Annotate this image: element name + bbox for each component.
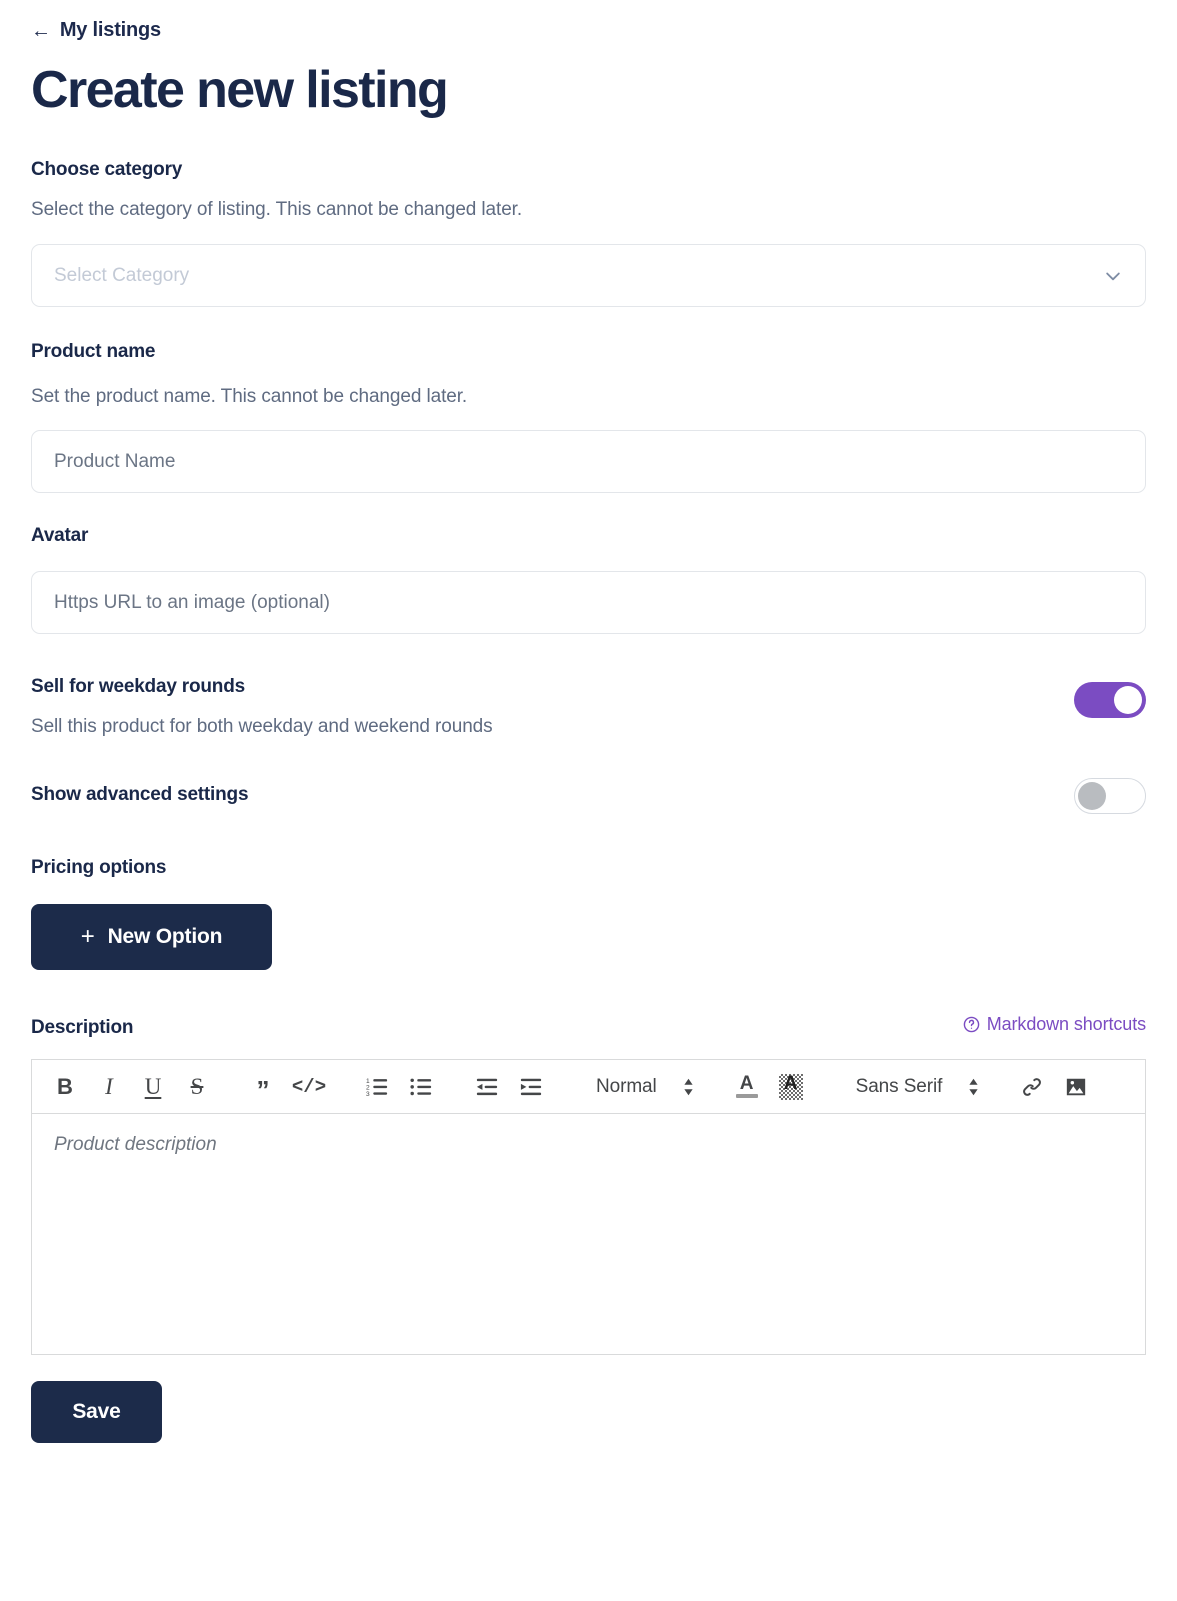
choose-category-section: Choose category Select the category of l… [31, 159, 1146, 308]
weekday-rounds-help: Sell this product for both weekday and w… [31, 716, 493, 738]
product-name-placeholder: Product Name [54, 450, 176, 472]
description-section: Description Markdown shortcuts B I U S ” [31, 1014, 1146, 1356]
text-color-letter: A [739, 1072, 754, 1094]
font-family-value: Sans Serif [855, 1075, 943, 1097]
toggle-knob [1114, 686, 1142, 715]
image-icon[interactable] [1063, 1072, 1089, 1102]
plus-icon: + [80, 923, 95, 951]
weekday-rounds-row: Sell for weekday rounds Sell this produc… [31, 676, 1146, 738]
markdown-shortcuts-link[interactable]: Markdown shortcuts [963, 1014, 1146, 1035]
advanced-settings-label: Show advanced settings [31, 784, 249, 806]
block-format-value: Normal [596, 1075, 657, 1097]
weekday-rounds-toggle[interactable] [1074, 682, 1146, 719]
category-select[interactable]: Select Category [31, 244, 1146, 308]
page-title: Create new listing [31, 61, 449, 119]
description-editor: B I U S ” </> 123 Normal A A Sans Serif … [31, 1059, 1146, 1356]
bold-button[interactable]: B [52, 1072, 78, 1102]
text-color-swatch [735, 1093, 758, 1098]
advanced-settings-row: Show advanced settings [31, 778, 1146, 815]
choose-category-help: Select the category of listing. This can… [31, 199, 523, 221]
chevron-down-icon [1103, 266, 1123, 286]
background-color-letter: A [783, 1072, 798, 1094]
category-select-placeholder: Select Category [54, 264, 190, 286]
bullet-list-icon[interactable] [408, 1072, 434, 1102]
product-name-label: Product name [31, 341, 156, 363]
blockquote-button[interactable]: ” [250, 1072, 276, 1103]
strikethrough-button[interactable]: S [184, 1072, 210, 1102]
product-name-section: Product name Set the product name. This … [31, 341, 1146, 494]
avatar-section: Avatar Https URL to an image (optional) [31, 525, 1146, 635]
new-option-button[interactable]: + New Option [31, 904, 272, 971]
italic-button[interactable]: I [96, 1072, 122, 1102]
weekday-rounds-label: Sell for weekday rounds [31, 676, 245, 698]
font-family-select[interactable]: Sans Serif [856, 1076, 980, 1098]
pricing-options-section: Pricing options + New Option [31, 857, 1146, 971]
toggle-knob [1078, 782, 1106, 811]
block-format-select[interactable]: Normal [596, 1076, 694, 1098]
question-circle-icon [963, 1016, 980, 1033]
arrow-left-icon: ← [31, 19, 51, 42]
editor-toolbar: B I U S ” </> 123 Normal A A Sans Serif [32, 1060, 1145, 1115]
back-link-label: My listings [59, 19, 161, 41]
outdent-icon[interactable] [474, 1072, 500, 1102]
up-down-arrows-icon [683, 1076, 694, 1098]
choose-category-label: Choose category [31, 159, 183, 181]
svg-text:3: 3 [366, 1091, 370, 1098]
description-header: Description Markdown shortcuts [31, 1014, 1146, 1039]
description-placeholder: Product description [54, 1134, 217, 1156]
create-listing-page: ← My listings Create new listing Choose … [0, 19, 1177, 1444]
avatar-url-placeholder: Https URL to an image (optional) [54, 591, 330, 613]
back-to-my-listings-link[interactable]: ← My listings [31, 19, 161, 42]
up-down-arrows-icon [968, 1076, 979, 1098]
new-option-label: New Option [107, 925, 223, 949]
avatar-label: Avatar [31, 525, 89, 547]
avatar-url-input[interactable]: Https URL to an image (optional) [31, 571, 1146, 635]
background-color-button[interactable]: A [778, 1072, 804, 1102]
text-color-button[interactable]: A [734, 1072, 760, 1102]
description-textarea[interactable]: Product description [32, 1114, 1145, 1354]
pricing-options-label: Pricing options [31, 857, 167, 879]
indent-icon[interactable] [518, 1072, 544, 1102]
link-icon[interactable] [1019, 1072, 1045, 1102]
advanced-settings-toggle[interactable] [1074, 778, 1146, 815]
product-name-help: Set the product name. This cannot be cha… [31, 386, 468, 408]
ordered-list-icon[interactable]: 123 [364, 1072, 390, 1102]
underline-button[interactable]: U [140, 1072, 166, 1102]
markdown-shortcuts-label: Markdown shortcuts [986, 1014, 1146, 1035]
description-label: Description [31, 1017, 134, 1039]
code-block-button[interactable]: </> [292, 1072, 326, 1102]
product-name-input[interactable]: Product Name [31, 430, 1146, 494]
save-button[interactable]: Save [31, 1381, 162, 1444]
